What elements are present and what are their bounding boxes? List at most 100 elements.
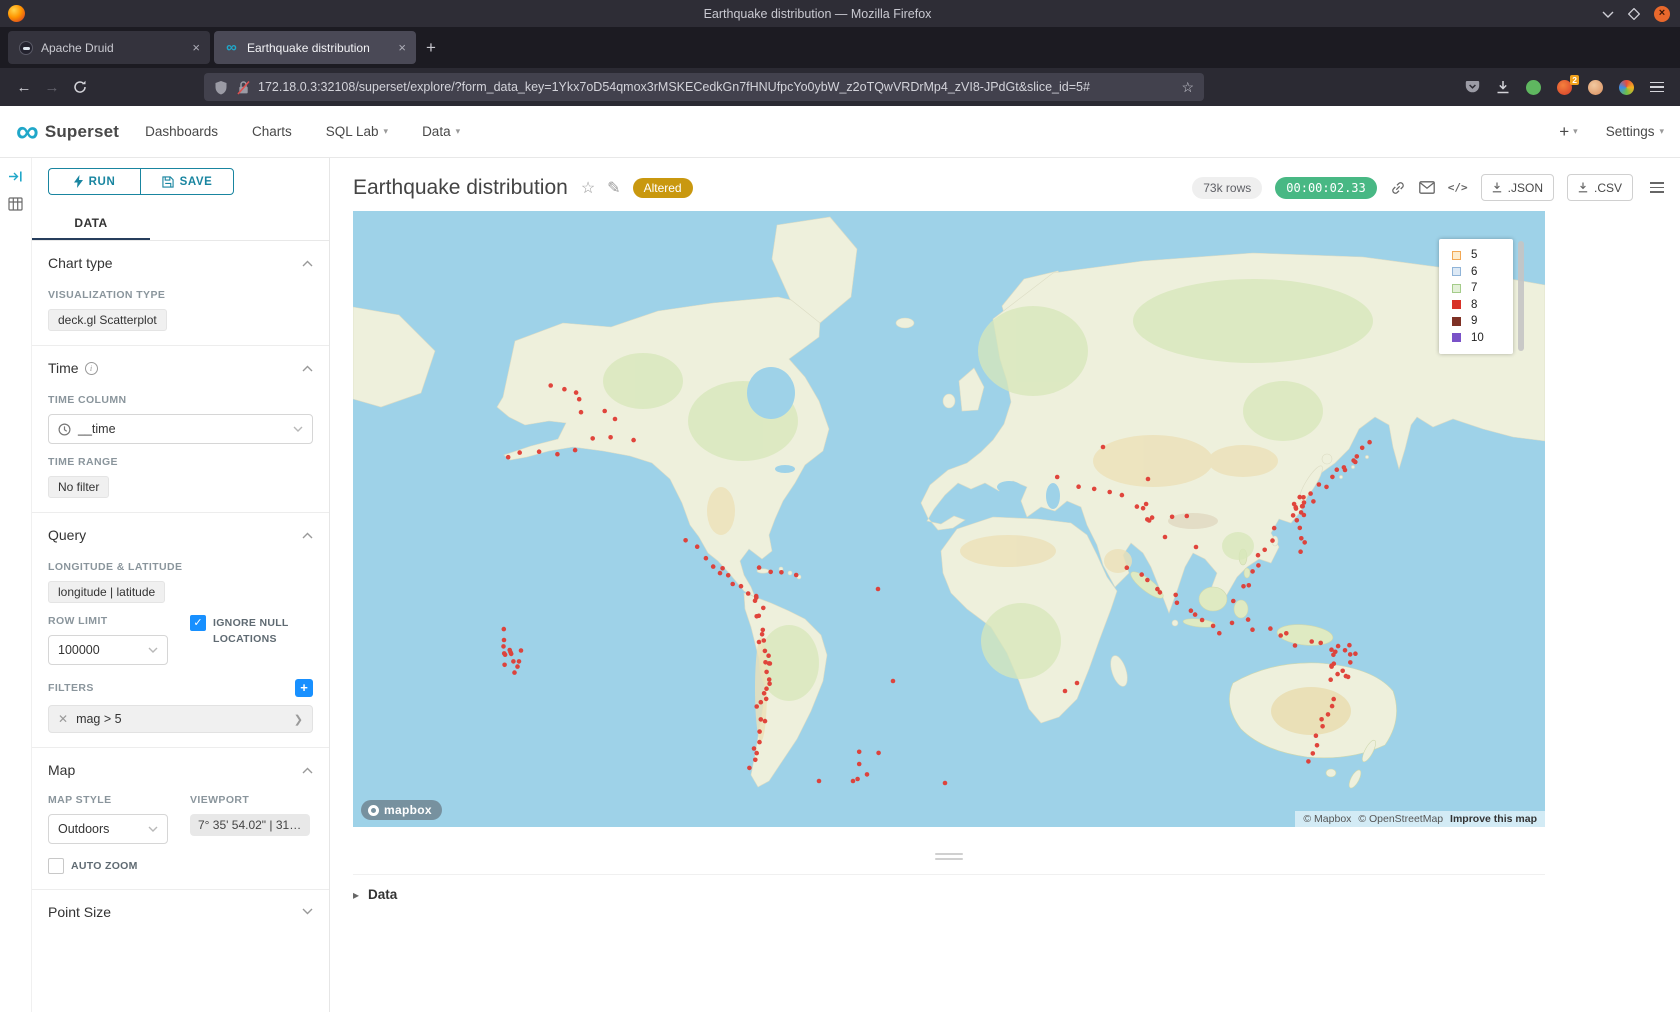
chart-options-menu-icon[interactable] — [1650, 182, 1664, 193]
extension-green-icon[interactable] — [1526, 80, 1541, 95]
lonlat-value[interactable]: longitude | latitude — [48, 581, 165, 603]
run-button[interactable]: RUN — [48, 168, 140, 195]
section-map: Map MAP STYLE Outdoors AUTO ZOOM — [48, 748, 313, 889]
ignore-null-checkbox[interactable]: ✓ — [190, 615, 206, 631]
auto-zoom-checkbox[interactable] — [48, 858, 64, 874]
forward-icon[interactable]: → — [38, 74, 66, 100]
improve-map-link[interactable]: Improve this map — [1450, 813, 1537, 825]
resize-drag-handle[interactable] — [353, 827, 1545, 860]
legend-label: 6 — [1471, 266, 1477, 278]
menu-icon[interactable] — [1650, 82, 1664, 93]
row-limit-label: ROW LIMIT — [48, 615, 168, 627]
tracking-shield-icon[interactable] — [214, 80, 228, 95]
extension-colorful-icon[interactable] — [1619, 80, 1634, 95]
lonlat-label: LONGITUDE & LATITUDE — [48, 561, 313, 573]
firefox-logo-icon — [8, 5, 25, 22]
legend-label: 7 — [1471, 282, 1477, 294]
filter-chip[interactable]: ✕ mag > 5 ❯ — [48, 705, 313, 733]
tab-close-icon[interactable]: × — [192, 40, 200, 55]
map-legend: 5 6 7 8910 — [1439, 239, 1513, 354]
map-style-select[interactable]: Outdoors — [48, 814, 168, 844]
extension-wappalyzer-icon[interactable]: 2 — [1557, 80, 1572, 95]
dataset-grid-icon[interactable] — [8, 197, 23, 211]
nav-item-sql-lab[interactable]: SQL Lab▾ — [326, 124, 388, 139]
insecure-lock-icon[interactable] — [237, 80, 250, 95]
share-link-icon[interactable] — [1390, 180, 1406, 196]
export-json-button[interactable]: .JSON — [1481, 174, 1554, 201]
new-item-button[interactable]: +▾ — [1559, 122, 1577, 142]
legend-item[interactable]: 5 — [1452, 247, 1513, 264]
favorite-star-icon[interactable]: ☆ — [581, 178, 595, 198]
firefox-window: Earthquake distribution — Mozilla Firefo… — [0, 0, 1680, 1012]
data-panel-label: Data — [368, 887, 397, 902]
mapbox-logo[interactable]: mapbox — [361, 800, 442, 820]
legend-item[interactable]: 9 — [1452, 313, 1513, 330]
window-minimize-icon[interactable] — [1602, 10, 1614, 18]
collapse-dataset-panel-icon[interactable] — [8, 170, 23, 183]
chevron-up-icon — [302, 260, 313, 267]
browser-tab-earthquake[interactable]: ∞ Earthquake distribution × — [214, 31, 416, 64]
viewport-value[interactable]: 7° 35' 54.02" | 31… — [190, 814, 310, 836]
remove-filter-icon[interactable]: ✕ — [58, 712, 68, 726]
world-map[interactable] — [353, 211, 1545, 827]
legend-scrollbar[interactable] — [1518, 241, 1524, 351]
save-button[interactable]: SAVE — [140, 168, 234, 195]
embed-code-icon[interactable]: </> — [1448, 181, 1468, 194]
row-limit-select[interactable]: 100000 — [48, 635, 168, 665]
mapbox-attribution-link[interactable]: © Mapbox — [1303, 813, 1351, 825]
ignore-null-checkbox-row[interactable]: ✓ IGNORE NULL LOCATIONS — [190, 615, 313, 648]
nav-item-charts[interactable]: Charts — [252, 124, 292, 139]
nav-item-dashboards[interactable]: Dashboards — [145, 124, 218, 139]
altered-badge[interactable]: Altered — [633, 178, 693, 198]
legend-label: 5 — [1471, 249, 1477, 261]
superset-navbar: ∞ Superset Dashboards Charts SQL Lab▾ Da… — [0, 106, 1680, 158]
settings-menu[interactable]: Settings▾ — [1606, 124, 1664, 139]
add-filter-button[interactable]: + — [295, 679, 313, 697]
window-close-icon[interactable]: × — [1654, 6, 1670, 22]
viz-type-value[interactable]: deck.gl Scatterplot — [48, 309, 167, 331]
downloads-icon[interactable] — [1496, 80, 1510, 94]
url-text[interactable]: 172.18.0.3:32108/superset/explore/?form_… — [258, 80, 1173, 94]
section-header-time[interactable]: Time i — [48, 360, 313, 376]
window-maximize-icon[interactable] — [1628, 8, 1640, 20]
new-tab-button[interactable]: + — [426, 38, 436, 58]
nav-item-data[interactable]: Data▾ — [422, 124, 460, 139]
chart-area: Earthquake distribution ☆ ✎ Altered 73k … — [330, 158, 1680, 1012]
superset-logo[interactable]: ∞ Superset — [16, 119, 119, 145]
deckgl-scatter-map[interactable]: 5678910 mapbox © Mapbox © OpenStreetMap … — [353, 211, 1545, 827]
legend-item[interactable]: 10 — [1452, 330, 1513, 347]
email-icon[interactable] — [1419, 181, 1435, 194]
section-header-map[interactable]: Map — [48, 762, 313, 778]
time-column-select[interactable]: __time — [48, 414, 313, 444]
tab-close-icon[interactable]: × — [398, 40, 406, 55]
browser-tab-druid[interactable]: Apache Druid × — [8, 31, 210, 64]
tab-data[interactable]: DATA — [32, 207, 150, 240]
row-limit-value: 100000 — [58, 643, 100, 657]
filters-label: FILTERS — [48, 682, 94, 694]
url-bar[interactable]: 172.18.0.3:32108/superset/explore/?form_… — [204, 73, 1204, 101]
pocket-icon[interactable] — [1465, 80, 1480, 94]
export-csv-button[interactable]: .CSV — [1567, 174, 1633, 201]
data-results-panel[interactable]: ▸ Data — [353, 874, 1545, 902]
legend-item[interactable]: 8 — [1452, 297, 1513, 314]
section-header-point-size[interactable]: Point Size — [48, 904, 313, 920]
osm-attribution-link[interactable]: © OpenStreetMap — [1358, 813, 1443, 825]
chevron-right-icon: ❯ — [294, 713, 303, 726]
legend-item[interactable]: 6 — [1452, 264, 1513, 281]
reload-icon[interactable] — [66, 74, 94, 100]
back-icon[interactable]: ← — [10, 74, 38, 100]
bookmark-star-icon[interactable]: ☆ — [1181, 79, 1194, 96]
filter-value: mag > 5 — [76, 712, 122, 726]
legend-item[interactable]: 7 — [1452, 280, 1513, 297]
section-time: Time i TIME COLUMN __time TIME RANGE No … — [48, 346, 313, 512]
time-range-value[interactable]: No filter — [48, 476, 109, 498]
section-header-query[interactable]: Query — [48, 527, 313, 543]
browser-tab-strip: Apache Druid × ∞ Earthquake distribution… — [0, 27, 1680, 68]
time-range-label: TIME RANGE — [48, 456, 313, 468]
edit-title-icon[interactable]: ✎ — [607, 178, 620, 198]
auto-zoom-row[interactable]: AUTO ZOOM — [48, 858, 168, 875]
info-icon: i — [85, 362, 98, 375]
account-avatar[interactable] — [1588, 80, 1603, 95]
chevron-down-icon — [148, 647, 158, 653]
section-header-chart-type[interactable]: Chart type — [48, 255, 313, 271]
